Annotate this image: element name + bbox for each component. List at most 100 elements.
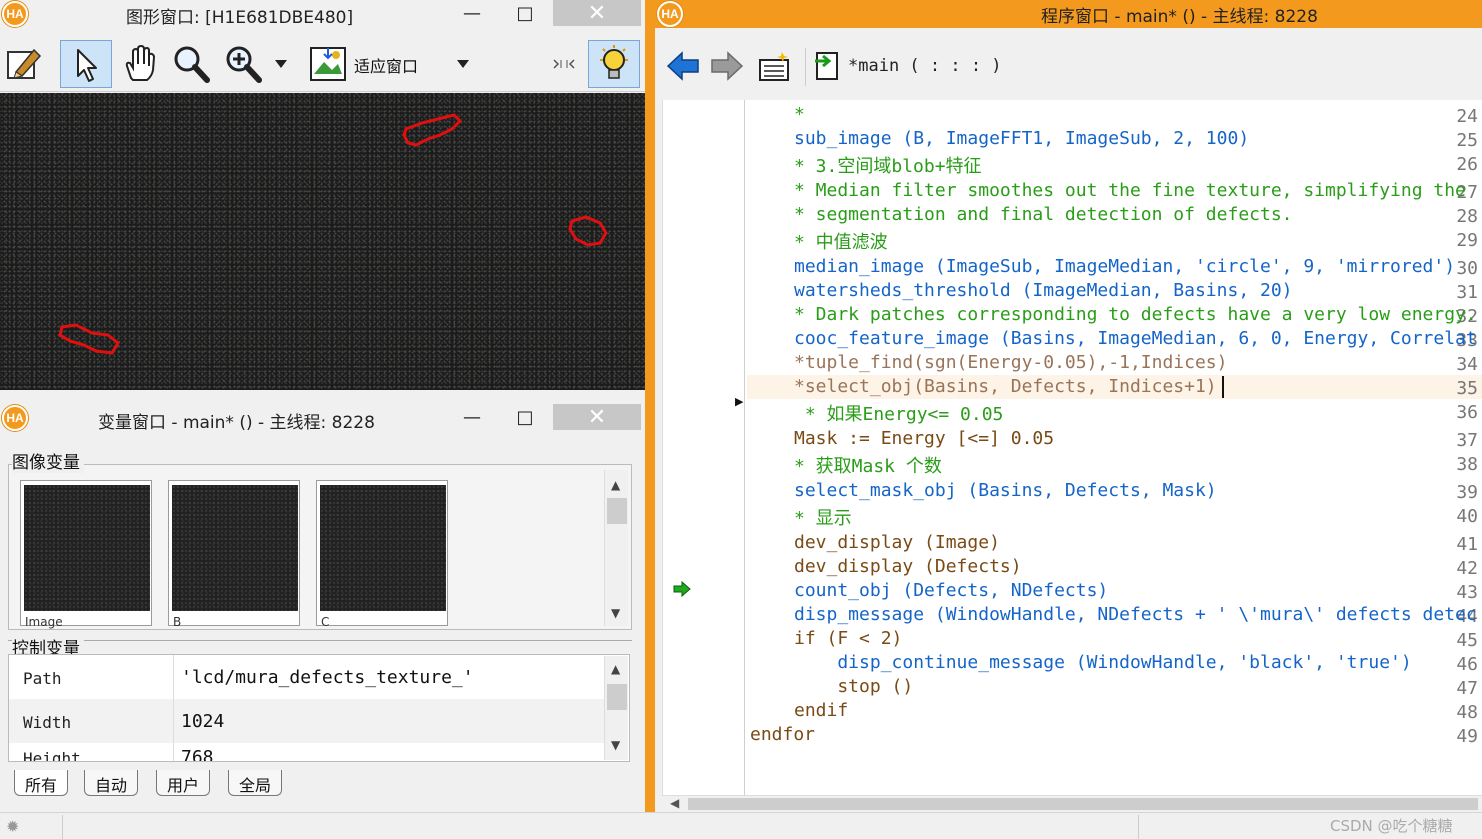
pc-arrow-icon (673, 581, 691, 597)
thumbnail-caption: B (173, 615, 182, 629)
scroll-thumb[interactable] (607, 498, 627, 524)
procedure-icon (812, 50, 842, 82)
tab-user[interactable]: 用户 (156, 770, 211, 796)
code-line[interactable]: *select_obj(Basins, Defects, Indices+1) (794, 376, 1217, 397)
code-line[interactable]: disp_continue_message (WindowHandle, 'bl… (794, 652, 1411, 673)
chevron-down-icon[interactable] (272, 54, 290, 74)
status-divider (1138, 815, 1139, 839)
tab-all[interactable]: 所有 (14, 770, 69, 796)
code-line[interactable]: *tuple_find(sgn(Energy-0.05),-1,Indices) (794, 352, 1227, 373)
variable-window-title: 变量窗口 - main* () - 主线程: 8228 (98, 413, 375, 433)
code-line[interactable]: * 中值滤波 (794, 228, 888, 254)
table-row[interactable]: Path 'lcd/mura_defects_texture_' (9, 655, 605, 699)
code-line[interactable]: endfor (750, 724, 815, 745)
window-splitter[interactable] (645, 0, 655, 812)
line-number: 29 (1456, 230, 1478, 251)
graphics-window-title: 图形窗口: [H1E681DBE480] (126, 8, 354, 28)
zoom-dropdown-chevron-icon[interactable] (452, 54, 474, 74)
procedure-selector[interactable]: *main ( : : : ) (805, 48, 1482, 86)
scroll-up-icon[interactable]: ▲ (611, 662, 620, 676)
minimize-button[interactable]: — (455, 404, 489, 430)
procedure-name: *main ( : : : ) (848, 56, 1002, 76)
control-vars-scrollbar[interactable]: ▲ ▼ (604, 656, 628, 760)
pointer-icon[interactable] (60, 40, 112, 88)
section-divider (8, 640, 632, 641)
graphics-titlebar[interactable]: HA 图形窗口: [H1E681DBE480] — □ ✕ (0, 0, 645, 28)
minimize-button[interactable]: — (455, 0, 489, 26)
table-row[interactable]: Height 768 (9, 743, 605, 762)
close-button[interactable]: ✕ (553, 0, 641, 26)
fit-window-icon[interactable] (306, 42, 350, 86)
code-line[interactable]: sub_image (B, ImageFFT1, ImageSub, 2, 10… (794, 128, 1249, 149)
code-line[interactable]: if (F < 2) (794, 628, 902, 649)
image-vars-label: 图像变量 (12, 448, 84, 473)
table-row[interactable]: Width 1024 (9, 699, 605, 743)
close-button[interactable]: ✕ (553, 404, 641, 430)
code-line[interactable]: * segmentation and final detection of de… (794, 204, 1293, 225)
image-vars-scrollbar[interactable]: ▲ ▼ (604, 470, 628, 626)
code-line[interactable]: * (794, 104, 805, 125)
code-line[interactable]: count_obj (Defects, NDefects) (794, 580, 1108, 601)
code-line[interactable]: * Median filter smoothes out the fine te… (794, 180, 1466, 201)
line-number: 26 (1456, 154, 1478, 175)
code-line[interactable]: * Dark patches corresponding to defects … (794, 304, 1477, 325)
forward-arrow-icon[interactable] (709, 48, 745, 84)
code-line[interactable]: * 显示 (794, 504, 852, 530)
code-line[interactable]: * 3.空间域blob+特征 (794, 152, 982, 178)
code-line[interactable]: * 获取Mask 个数 (794, 452, 942, 478)
status-bar: ✹ CSDN @吃个糖糖 (0, 812, 1482, 839)
tab-global[interactable]: 全局 (228, 770, 283, 796)
maximize-button[interactable]: □ (508, 0, 542, 26)
maximize-button[interactable]: □ (508, 404, 542, 430)
variable-titlebar[interactable]: HA 变量窗口 - main* () - 主线程: 8228 — □ ✕ (0, 404, 645, 433)
var-value: 1024 (181, 711, 225, 732)
code-line[interactable]: disp_message (WindowHandle, NDefects + '… (794, 604, 1477, 625)
halcon-logo: HA (2, 1, 28, 27)
code-line[interactable]: stop () (794, 676, 913, 697)
code-line[interactable]: endif (794, 700, 848, 721)
toolbar-grip-icon (548, 56, 580, 72)
watermark: CSDN @吃个糖糖 (1330, 817, 1453, 835)
zoom-mode-label[interactable]: 适应窗口 (354, 53, 418, 77)
tab-auto[interactable]: 自动 (84, 770, 139, 796)
zoom-in-icon[interactable] (220, 42, 266, 86)
line-number: 35 (1456, 378, 1478, 399)
line-number: 46 (1456, 654, 1478, 675)
code-line[interactable]: Mask := Energy [<=] 0.05 (794, 428, 1054, 449)
code-line[interactable]: watersheds_threshold (ImageMedian, Basin… (794, 280, 1293, 301)
hscroll-thumb[interactable] (688, 798, 1478, 810)
new-procedure-icon[interactable] (755, 48, 793, 84)
status-divider (62, 815, 63, 839)
program-titlebar[interactable]: HA 程序窗口 - main* () - 主线程: 8228 (655, 0, 1482, 28)
hand-pan-icon[interactable] (116, 42, 162, 86)
lightbulb-icon[interactable] (588, 40, 640, 88)
line-number: 39 (1456, 482, 1478, 503)
code-line[interactable]: cooc_feature_image (Basins, ImageMedian,… (794, 328, 1477, 349)
code-line[interactable]: dev_display (Image) (794, 532, 1000, 553)
line-number: 48 (1456, 702, 1478, 723)
code-line[interactable]: * 如果Energy<= 0.05 (794, 400, 1004, 426)
scroll-down-icon[interactable]: ▼ (611, 738, 620, 752)
scroll-up-icon[interactable]: ▲ (611, 478, 620, 492)
code-hscrollbar[interactable]: ◀ (662, 795, 1482, 811)
scroll-down-icon[interactable]: ▼ (611, 606, 620, 620)
defect-region (568, 215, 608, 247)
code-line[interactable]: dev_display (Defects) (794, 556, 1022, 577)
image-thumbnail[interactable]: C (316, 480, 448, 629)
var-name: Height (23, 749, 81, 762)
magnifier-icon[interactable] (168, 42, 214, 86)
scroll-left-icon[interactable]: ◀ (670, 796, 679, 810)
code-line[interactable]: median_image (ImageSub, ImageMedian, 'ci… (794, 256, 1455, 277)
image-thumbnail[interactable]: Image (20, 480, 152, 629)
edit-icon[interactable] (2, 42, 46, 86)
graphics-window: HA 图形窗口: [H1E681DBE480] — □ ✕ 适应窗口 (0, 0, 645, 392)
image-thumbnail[interactable]: B (168, 480, 300, 629)
scroll-thumb[interactable] (607, 684, 627, 710)
code-line[interactable]: select_mask_obj (Basins, Defects, Mask) (794, 480, 1217, 501)
back-arrow-icon[interactable] (665, 48, 701, 84)
line-number: 38 (1456, 454, 1478, 475)
code-editor[interactable]: ▶ 24 * 25 sub_image (B, ImageFFT1, ImageSub… (662, 100, 1482, 795)
line-number: 40 (1456, 506, 1478, 527)
image-canvas[interactable] (0, 93, 645, 390)
thumbnail-caption: C (321, 615, 330, 629)
